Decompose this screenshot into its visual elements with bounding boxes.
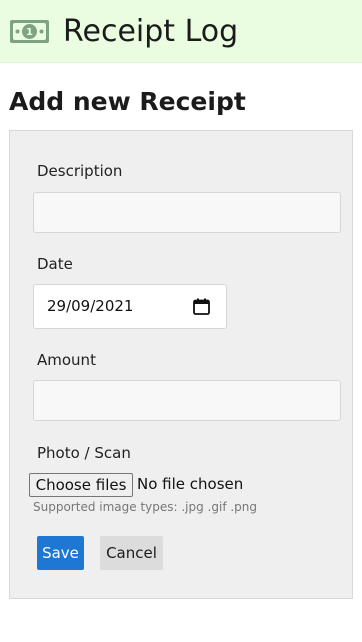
choose-files-button[interactable]: Choose files bbox=[29, 473, 133, 497]
date-value: 29/09/2021 bbox=[47, 297, 134, 315]
svg-text:1: 1 bbox=[26, 27, 33, 38]
app-title: Receipt Log bbox=[63, 14, 239, 49]
banknote-icon: 1 bbox=[10, 20, 49, 43]
cancel-button[interactable]: Cancel bbox=[100, 536, 163, 570]
page-heading: Add new Receipt bbox=[9, 87, 246, 116]
amount-label: Amount bbox=[37, 351, 96, 369]
photo-label: Photo / Scan bbox=[37, 444, 131, 462]
save-button[interactable]: Save bbox=[37, 536, 84, 570]
description-label: Description bbox=[37, 162, 123, 180]
amount-input[interactable] bbox=[33, 380, 341, 421]
image-types-help: Supported image types: .jpg .gif .png bbox=[33, 500, 258, 514]
date-input[interactable]: 29/09/2021 bbox=[33, 284, 227, 329]
app-header: 1 Receipt Log bbox=[0, 0, 362, 63]
calendar-icon[interactable] bbox=[193, 298, 210, 315]
date-label: Date bbox=[37, 255, 73, 273]
description-input[interactable] bbox=[33, 192, 341, 233]
file-status: No file chosen bbox=[137, 475, 244, 493]
